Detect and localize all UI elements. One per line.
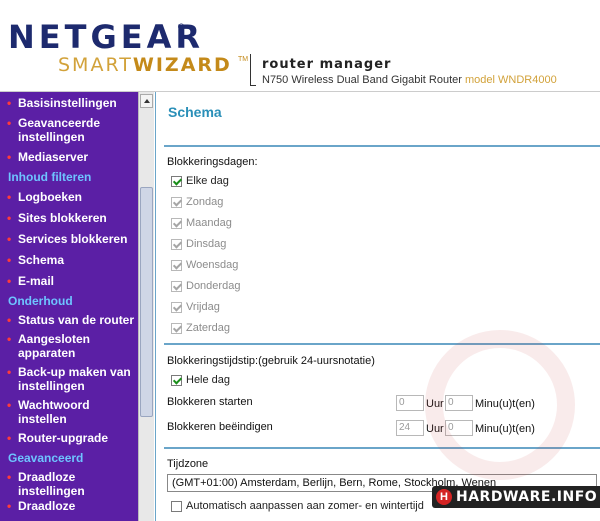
- sidebar-item-label: Sites blokkeren: [18, 211, 107, 225]
- sidebar-item-sites-blokkeren[interactable]: • Sites blokkeren: [0, 211, 138, 225]
- sidebar-item-label: Draadloze instellingen: [18, 470, 85, 498]
- router-description: N750 Wireless Dual Band Gigabit Router: [262, 74, 462, 86]
- scrollbar-thumb[interactable]: [140, 187, 153, 417]
- sidebar-item-draadloze[interactable]: • Draadloze: [0, 499, 138, 513]
- router-model: model WNDR4000: [465, 74, 557, 86]
- bullet-icon: •: [7, 365, 12, 379]
- sidebar-item-label: Geavanceerde instellingen: [18, 116, 101, 144]
- sidebar-item-mediaserver[interactable]: • Mediaserver: [0, 150, 138, 164]
- vrijdag-checkbox: [171, 302, 182, 313]
- end-hour-input[interactable]: 24: [396, 420, 424, 436]
- logo-smart-text: SMART: [58, 54, 133, 76]
- router-manager-title: router manager: [262, 57, 392, 72]
- bullet-icon: •: [7, 274, 12, 288]
- sidebar-item-label: Draadloze: [18, 499, 76, 513]
- sidebar-item-label: Aangesloten apparaten: [18, 332, 91, 360]
- day-label: Vrijdag: [186, 301, 220, 313]
- blocking-days-label: Blokkeringsdagen:: [167, 156, 258, 168]
- router-model-subtitle: N750 Wireless Dual Band Gigabit Router m…: [262, 74, 557, 86]
- sidebar-heading-onderhoud: Onderhoud: [8, 294, 73, 308]
- sidebar-heading-geavanceerd: Geavanceerd: [8, 451, 84, 465]
- hardware-info-watermark: H HARDWARE.INFO: [432, 486, 600, 508]
- bullet-icon: •: [7, 150, 12, 164]
- start-hour-input[interactable]: 0: [396, 395, 424, 411]
- day-label: Woensdag: [186, 259, 239, 271]
- bullet-icon: •: [7, 232, 12, 246]
- bullet-icon: •: [7, 470, 12, 484]
- all-day-label: Hele dag: [186, 374, 231, 386]
- bullet-icon: •: [7, 332, 12, 346]
- every-day-checkbox[interactable]: [171, 176, 182, 187]
- header-bracket: [250, 54, 256, 86]
- page-title: Schema: [168, 104, 222, 120]
- sidebar-item-draadloze-instellingen[interactable]: • Draadloze instellingen: [0, 470, 138, 498]
- sidebar-item-aangesloten-apparaten[interactable]: • Aangesloten apparaten: [0, 332, 138, 360]
- sidebar-item-back-up-maken[interactable]: • Back-up maken van instellingen: [0, 365, 138, 393]
- timezone-label: Tijdzone: [167, 458, 209, 470]
- sidebar-item-geavanceerde-instellingen[interactable]: • Geavanceerde instellingen: [0, 116, 138, 144]
- day-label: Dinsdag: [186, 238, 227, 250]
- dinsdag-checkbox: [171, 239, 182, 250]
- zaterdag-checkbox: [171, 323, 182, 334]
- bullet-icon: •: [7, 116, 12, 130]
- sidebar-item-schema[interactable]: • Schema: [0, 253, 138, 267]
- bullet-icon: •: [7, 96, 12, 110]
- netgear-logo: NETGEAR: [8, 18, 204, 56]
- bullet-icon: •: [7, 211, 12, 225]
- end-time-label: Blokkeren beëindigen: [167, 421, 273, 433]
- sidebar-item-label: E-mail: [18, 274, 55, 288]
- sidebar-heading-inhoud-filteren: Inhoud filteren: [8, 170, 92, 184]
- bullet-icon: •: [7, 313, 12, 327]
- zondag-checkbox: [171, 197, 182, 208]
- sidebar-item-label: Back-up maken van instellingen: [18, 365, 131, 393]
- sidebar-item-label: Schema: [18, 253, 65, 267]
- smartwizard-logo: SMARTWIZARD: [58, 54, 232, 76]
- woensdag-checkbox: [171, 260, 182, 271]
- watermark-text: HARDWARE.INFO: [456, 489, 598, 505]
- bullet-icon: •: [7, 431, 12, 445]
- sidebar-item-label: Wachtwoord instellen: [18, 398, 90, 426]
- start-time-label: Blokkeren starten: [167, 396, 253, 408]
- sidebar-nav: • Basisinstellingen • Geavanceerde instell…: [0, 92, 138, 521]
- watermark-h-icon: H: [436, 489, 452, 505]
- header: NETGEAR ® SMARTWIZARD TM router manager …: [0, 0, 600, 92]
- donderdag-checkbox: [171, 281, 182, 292]
- sidebar-item-e-mail[interactable]: • E-mail: [0, 274, 138, 288]
- sidebar-item-router-upgrade[interactable]: • Router-upgrade: [0, 431, 138, 445]
- blocking-time-label: Blokkeringstijdstip:(gebruik 24-uursnota…: [167, 355, 375, 367]
- maandag-checkbox: [171, 218, 182, 229]
- bullet-icon: •: [7, 398, 12, 412]
- sidebar-item-label: Mediaserver: [18, 150, 89, 164]
- sidebar-item-logboeken[interactable]: • Logboeken: [0, 190, 138, 204]
- sidebar-item-wachtwoord-instellen[interactable]: • Wachtwoord instellen: [0, 398, 138, 426]
- trademark-mark: TM: [238, 56, 249, 63]
- sidebar-item-label: Basisinstellingen: [18, 96, 117, 110]
- sidebar-item-status-van-de-router[interactable]: • Status van de router: [0, 313, 138, 327]
- sidebar-item-label: Status van de router: [18, 313, 135, 327]
- day-label: Zaterdag: [186, 322, 231, 334]
- registered-mark: ®: [178, 22, 185, 32]
- sidebar-item-label: Services blokkeren: [18, 232, 128, 246]
- section-divider: [164, 145, 600, 147]
- day-label: Zondag: [186, 196, 224, 208]
- day-label: Maandag: [186, 217, 232, 229]
- dst-checkbox[interactable]: [171, 501, 182, 512]
- sidebar-item-services-blokkeren[interactable]: • Services blokkeren: [0, 232, 138, 246]
- scroll-up-arrow-icon[interactable]: [140, 94, 153, 108]
- sidebar-item-label: Router-upgrade: [18, 431, 108, 445]
- day-label: Donderdag: [186, 280, 241, 292]
- sidebar-item-label: Logboeken: [18, 190, 83, 204]
- sidebar-item-basisinstellingen[interactable]: • Basisinstellingen: [0, 96, 138, 110]
- dst-label: Automatisch aanpassen aan zomer- en wint…: [186, 500, 424, 512]
- bullet-icon: •: [7, 190, 12, 204]
- bullet-icon: •: [7, 253, 12, 267]
- watermark-circle: [425, 330, 575, 480]
- sidebar-scrollbar[interactable]: [138, 92, 154, 521]
- logo-wizard-text: WIZARD: [132, 54, 232, 76]
- every-day-label: Elke dag: [186, 175, 229, 187]
- bullet-icon: •: [7, 499, 12, 513]
- all-day-checkbox[interactable]: [171, 375, 182, 386]
